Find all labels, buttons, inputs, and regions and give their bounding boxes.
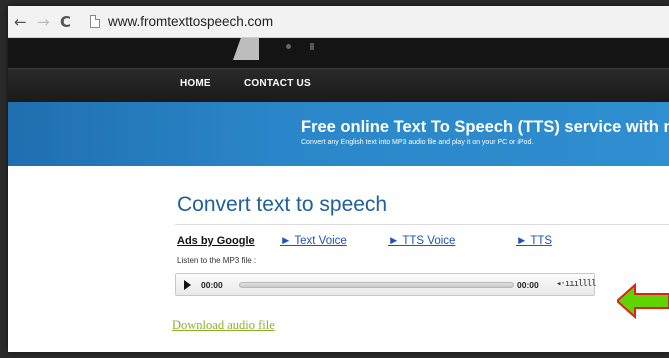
download-audio-link[interactable]: Download audio file — [172, 318, 275, 333]
annotation-arrow-icon — [617, 283, 669, 319]
divider — [175, 224, 669, 225]
total-time: 00:00 — [517, 280, 539, 290]
progress-slider[interactable] — [239, 282, 514, 288]
ads-by-google-link[interactable]: Ads by Google — [177, 235, 255, 247]
nav-contact-link[interactable]: CONTACT US — [244, 78, 311, 89]
volume-icon[interactable]: ◂·ıııllll — [556, 279, 597, 289]
ad-link-text-voice[interactable]: ► Text Voice — [280, 235, 347, 247]
logo-dot — [286, 44, 291, 49]
current-time: 00:00 — [201, 280, 223, 290]
banner-subtitle: Convert any English text into MP3 audio … — [301, 139, 534, 146]
ad-link-tts[interactable]: ► TTS — [516, 235, 552, 247]
listen-label: Listen to the MP3 file : — [177, 256, 257, 265]
site-logo-strip — [8, 38, 669, 68]
url-field[interactable]: www.fromtexttospeech.com — [108, 14, 273, 29]
forward-arrow-icon[interactable]: → — [37, 13, 50, 31]
reload-icon[interactable]: C — [60, 13, 71, 31]
main-navbar — [8, 68, 669, 102]
back-arrow-icon[interactable]: ← — [14, 13, 27, 31]
page-title: Convert text to speech — [177, 193, 388, 216]
page-icon — [90, 15, 100, 28]
nav-home-link[interactable]: HOME — [180, 78, 211, 89]
banner-title: Free online Text To Speech (TTS) service… — [301, 118, 669, 136]
logo-mark — [310, 43, 314, 50]
ad-link-tts-voice[interactable]: ► TTS Voice — [388, 235, 455, 247]
play-icon[interactable] — [184, 280, 191, 290]
